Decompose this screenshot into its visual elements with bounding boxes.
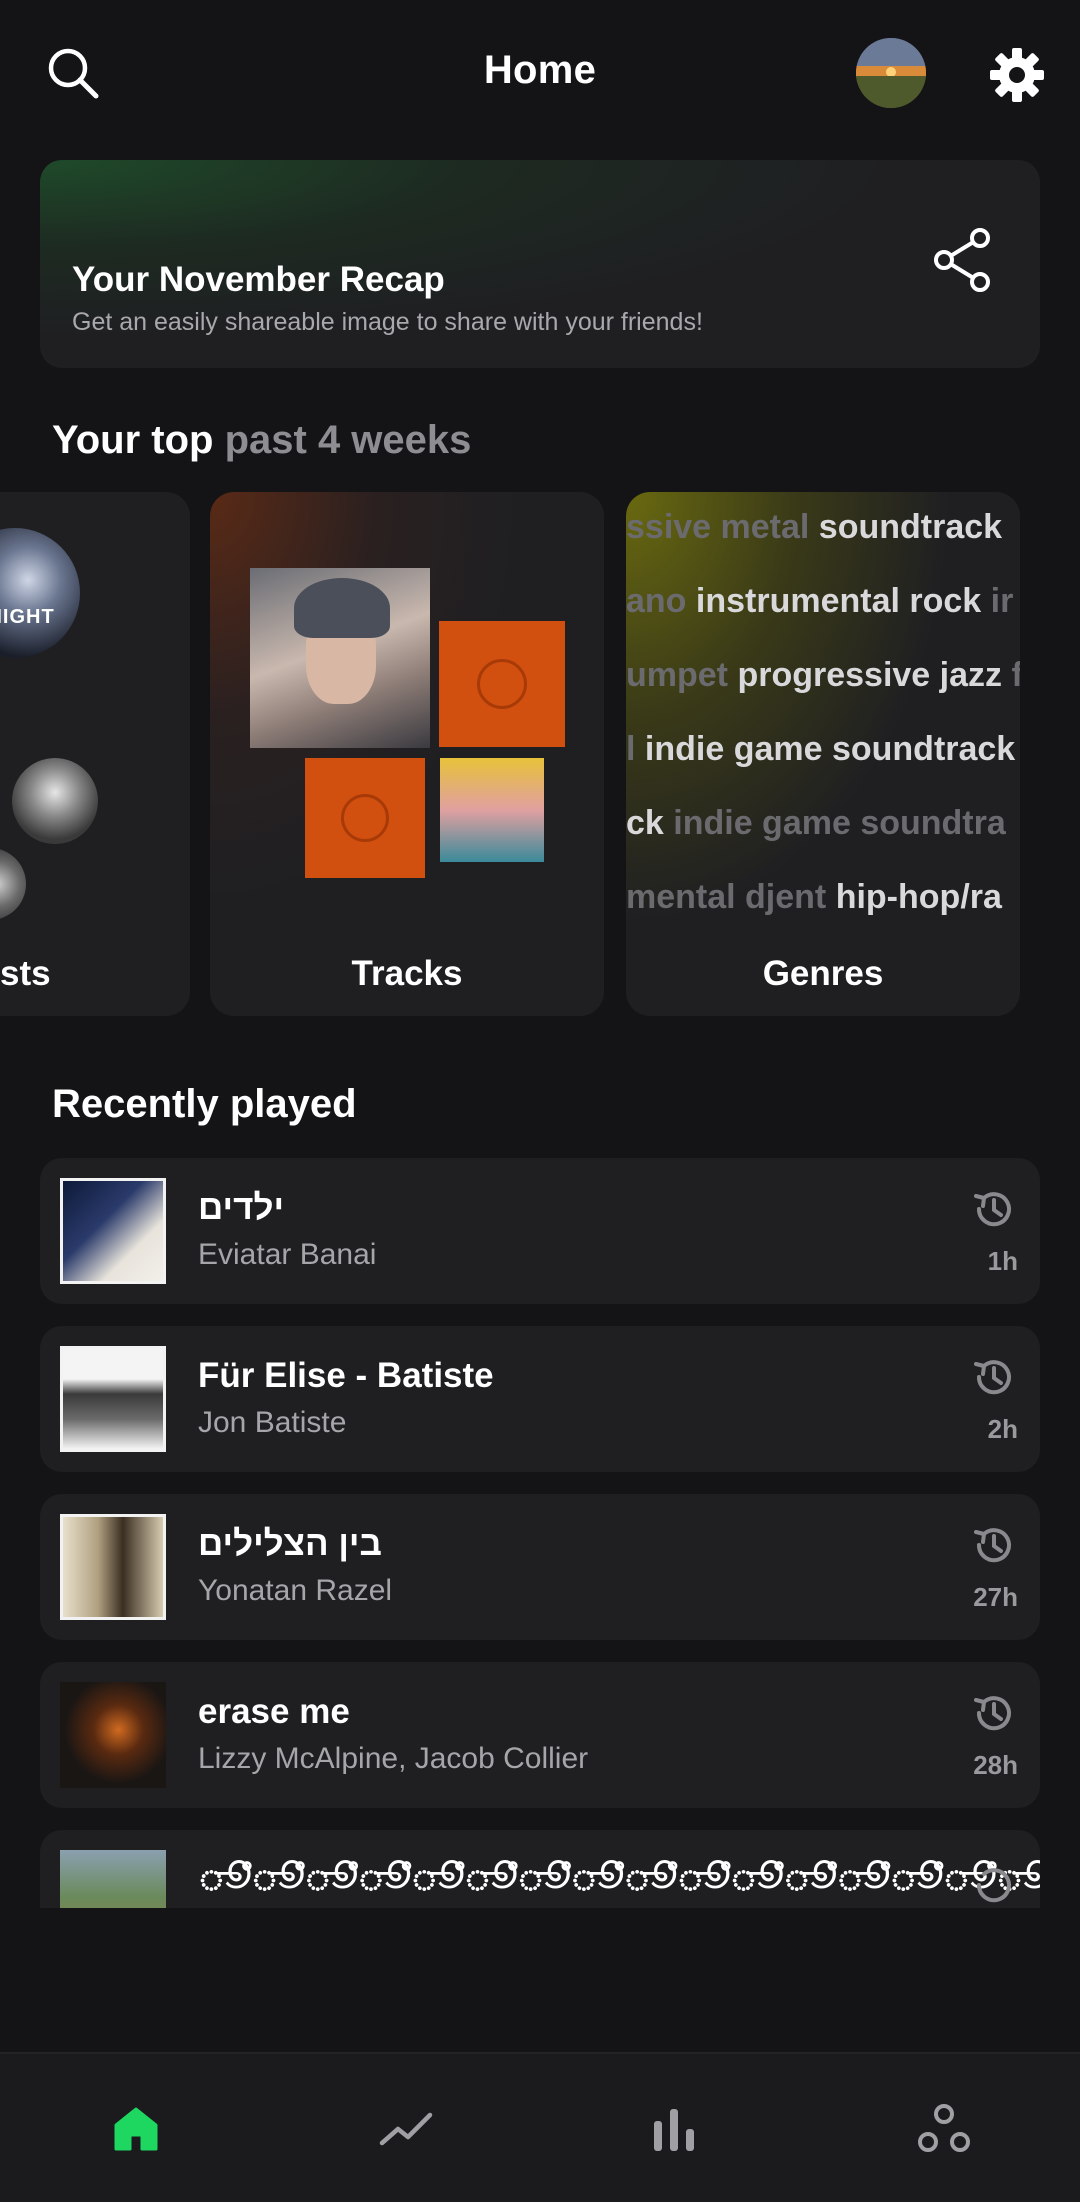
recent-item-thumb: [60, 1178, 166, 1284]
recent-section-title: Recently played: [52, 1082, 357, 1126]
artist-image-1: KNIGHT: [0, 528, 80, 658]
recent-item-thumb: [60, 1346, 166, 1452]
people-icon: [918, 2104, 970, 2152]
recap-subtitle: Get an easily shareable image to share w…: [72, 308, 703, 336]
genre-tag: instrumental rock: [695, 582, 991, 620]
genre-tag: mental djent: [626, 878, 836, 916]
genre-tag: hip-hop/ra: [835, 878, 1002, 916]
genre-row: mental djent hip-hop/ra: [626, 878, 1002, 917]
track-cover-1: [250, 568, 430, 748]
genre-tag: ano: [626, 582, 696, 620]
genre-tag: l: [626, 730, 645, 768]
recent-item[interactable]: Für Elise - Batiste Jon Batiste 2h: [40, 1326, 1040, 1472]
genre-row: ano instrumental rock ir: [626, 582, 1013, 621]
recent-item[interactable]: ילדים Eviatar Banai 1h: [40, 1158, 1040, 1304]
top-title-period[interactable]: past 4 weeks: [225, 418, 472, 462]
genre-row: l indie game soundtrack: [626, 730, 1015, 769]
recent-item[interactable]: ூஂூஂூஂூஂூஂூஂூஂூஂூஂூஂூஂூஂூஂூஂூஂூஂூஂூஂூஂூஂ…: [40, 1830, 1040, 1908]
top-genres-card[interactable]: ssive metal soundtrack ano instrumental r…: [626, 492, 1020, 1016]
avatar[interactable]: [856, 38, 926, 108]
recent-item[interactable]: בין הצלילים Yonatan Razel 27h: [40, 1494, 1040, 1640]
top-section-title: Your top past 4 weeks: [52, 418, 471, 463]
artist-image-2: [12, 758, 98, 844]
recent-item-artist: Eviatar Banai: [198, 1238, 377, 1271]
artists-card-label: sts: [0, 954, 51, 993]
history-icon: [974, 1528, 1011, 1563]
nav-stats[interactable]: [594, 2054, 754, 2202]
trend-icon: [379, 2112, 433, 2146]
gear-icon: [990, 48, 1044, 102]
genres-card-label: Genres: [762, 954, 884, 993]
tracks-card-label: Tracks: [351, 954, 463, 993]
genre-tag: ssive metal: [626, 508, 819, 546]
genre-tag: progressive jazz: [737, 656, 1012, 694]
recent-item-artist: Jon Batiste: [198, 1406, 347, 1439]
history-icon: [974, 1360, 1011, 1395]
avatar-image: [856, 38, 926, 108]
nav-trends[interactable]: [326, 2054, 486, 2202]
bottom-nav: [0, 2052, 1080, 2202]
artist-image-3: [0, 848, 26, 920]
recent-item-song: Für Elise - Batiste: [198, 1356, 494, 1395]
genre-tag: indie game soundtra: [673, 804, 1006, 842]
track-cover-4: [440, 758, 544, 862]
recent-item-ago: 27h: [973, 1582, 1018, 1612]
genre-tag: ck: [626, 804, 674, 842]
recent-item-song: ילדים: [198, 1188, 285, 1227]
recent-item-song: בין הצלילים: [198, 1524, 382, 1563]
top-title-main: Your top: [52, 418, 214, 462]
recap-banner[interactable]: Your November Recap Get an easily sharea…: [40, 160, 1040, 368]
genre-tag: ir: [990, 582, 1014, 620]
history-icon: [976, 1868, 1011, 1903]
track-cover-2: [439, 621, 565, 747]
recent-item-song: ூஂூஂூஂூஂூஂூஂூஂூஂூஂூஂூஂூஂூஂூஂூஂூஂூஂூஂூஂூஂ…: [198, 1858, 1040, 1897]
genre-tag: indie game soundtrack: [644, 730, 1016, 768]
nav-friends[interactable]: [864, 2054, 1024, 2202]
genre-row: ssive metal soundtrack: [626, 508, 1002, 547]
recent-item-ago: 1h: [987, 1246, 1018, 1276]
recap-title: Your November Recap: [72, 260, 445, 299]
recent-item-ago: 28h: [973, 1750, 1018, 1780]
recent-item-artist: Lizzy McAlpine, Jacob Collier: [198, 1742, 589, 1775]
top-tracks-card[interactable]: Tracks: [210, 492, 604, 1016]
recent-item-thumb: [60, 1682, 166, 1788]
top-cards: KNIGHT sts Tracks ssive metal soundtrack…: [0, 492, 1080, 1018]
track-cover-3: [305, 758, 425, 878]
share-button[interactable]: [924, 222, 1000, 298]
genre-tag: soundtrack: [818, 508, 1003, 546]
genre-tag: f: [1011, 656, 1020, 694]
recent-item-song: erase me: [198, 1692, 350, 1731]
recent-item-thumb: [60, 1514, 166, 1620]
recent-item[interactable]: erase me Lizzy McAlpine, Jacob Collier 2…: [40, 1662, 1040, 1808]
recent-item-artist: Yonatan Razel: [198, 1574, 393, 1607]
history-icon: [974, 1192, 1011, 1227]
settings-button[interactable]: [982, 40, 1052, 110]
genre-tag: umpet: [626, 656, 738, 694]
artist-image-1-text: KNIGHT: [0, 606, 55, 628]
bar-chart-icon: [654, 2109, 694, 2151]
top-artists-card[interactable]: KNIGHT sts: [0, 492, 190, 1016]
nav-home[interactable]: [56, 2054, 216, 2202]
genre-row: ck indie game soundtra: [626, 804, 1006, 843]
home-icon: [114, 2107, 158, 2151]
genre-row: umpet progressive jazz f: [626, 656, 1020, 695]
recent-item-ago: 2h: [987, 1414, 1018, 1444]
history-icon: [974, 1696, 1011, 1731]
app-header: Home: [0, 0, 1080, 150]
share-icon: [934, 228, 990, 292]
recent-item-thumb: [60, 1850, 166, 1908]
